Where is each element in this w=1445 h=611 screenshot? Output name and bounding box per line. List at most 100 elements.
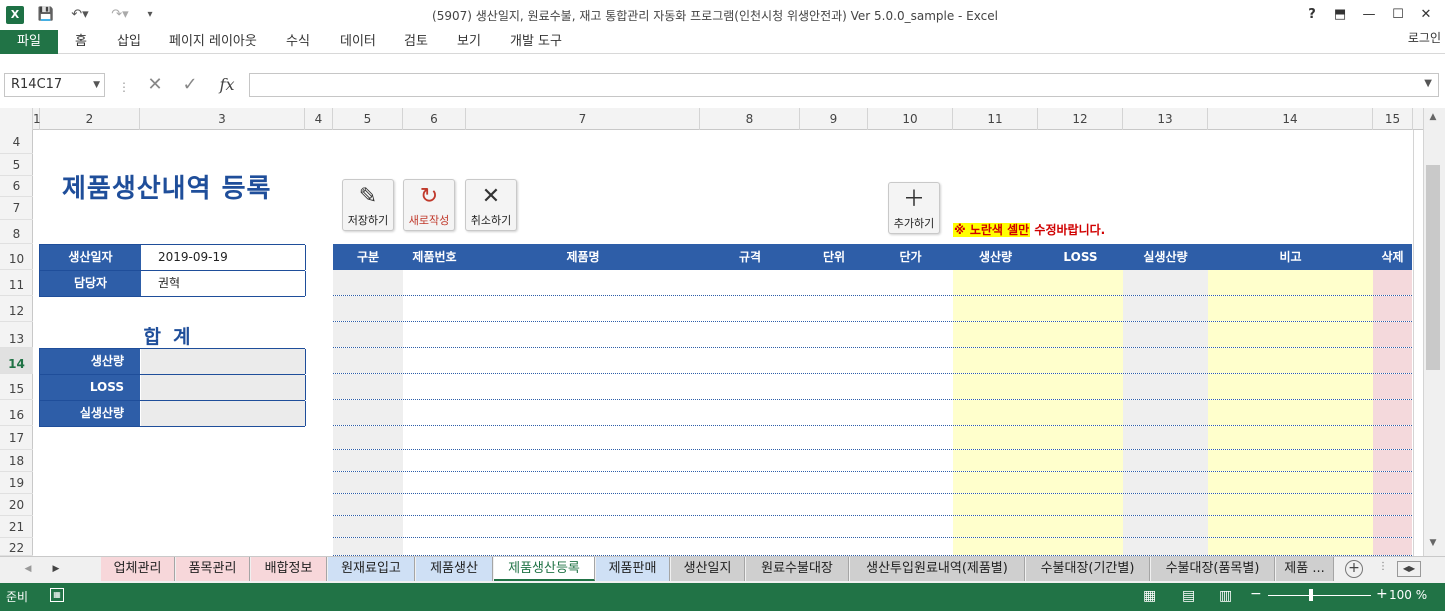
table-cell[interactable] <box>333 296 403 321</box>
table-cell[interactable] <box>700 374 800 399</box>
customize-qat-icon[interactable]: ▾ <box>144 6 156 24</box>
scroll-up-icon[interactable]: ▲ <box>1426 112 1440 126</box>
row-header[interactable]: 16 <box>0 400 33 426</box>
column-header[interactable]: 11 <box>953 108 1038 130</box>
row-header[interactable]: 15 <box>0 374 33 400</box>
row-header[interactable]: 13 <box>0 322 33 348</box>
row-header-selected[interactable]: 14 <box>0 348 33 374</box>
maximize-button[interactable]: ☐ <box>1386 5 1410 25</box>
table-cell[interactable] <box>1373 322 1412 347</box>
table-cell[interactable] <box>1373 374 1412 399</box>
table-cell[interactable] <box>466 472 700 493</box>
table-cell[interactable] <box>1123 516 1208 537</box>
row-header[interactable]: 22 <box>0 538 33 556</box>
table-cell[interactable] <box>800 450 868 471</box>
zoom-out-icon[interactable]: − <box>1250 586 1262 602</box>
table-cell[interactable] <box>868 472 953 493</box>
tab-home[interactable]: 홈 <box>75 30 87 54</box>
table-cell[interactable] <box>1123 270 1208 295</box>
zoom-level[interactable]: 100 % <box>1389 588 1427 602</box>
table-cell[interactable] <box>466 374 700 399</box>
column-header[interactable]: 7 <box>466 108 700 130</box>
sheet-tab[interactable]: 제품판매 <box>596 557 670 581</box>
table-cell[interactable] <box>953 472 1038 493</box>
close-button[interactable]: ✕ <box>1414 5 1438 25</box>
table-cell[interactable] <box>333 472 403 493</box>
row-header[interactable]: 21 <box>0 516 33 538</box>
table-cell[interactable] <box>953 538 1038 555</box>
table-cell[interactable] <box>800 400 868 425</box>
table-cell[interactable] <box>1038 348 1123 373</box>
table-cell[interactable] <box>333 400 403 425</box>
next-sheet-icon[interactable]: ▶ <box>48 562 64 576</box>
login-link[interactable]: 로그인 <box>1408 30 1441 54</box>
sheet-tab[interactable]: 배합정보 <box>251 557 327 581</box>
undo-icon[interactable]: ↶▾ <box>66 6 94 24</box>
table-cell[interactable] <box>868 450 953 471</box>
column-header[interactable]: 5 <box>333 108 403 130</box>
table-cell[interactable] <box>700 426 800 449</box>
zoom-slider[interactable] <box>1268 595 1371 596</box>
table-cell[interactable] <box>953 494 1038 515</box>
table-cell[interactable] <box>1373 400 1412 425</box>
table-cell[interactable] <box>403 348 466 373</box>
table-cell[interactable] <box>700 538 800 555</box>
table-cell[interactable] <box>953 296 1038 321</box>
name-box[interactable]: R14C17 ▼ <box>4 73 105 97</box>
table-cell[interactable] <box>868 322 953 347</box>
table-cell[interactable] <box>1038 472 1123 493</box>
column-header[interactable]: 12 <box>1038 108 1123 130</box>
table-cell[interactable] <box>403 426 466 449</box>
table-cell[interactable] <box>1038 270 1123 295</box>
save-icon[interactable]: 💾 <box>36 6 56 24</box>
table-cell[interactable] <box>953 426 1038 449</box>
table-cell[interactable] <box>466 400 700 425</box>
redo-icon[interactable]: ↷▾ <box>106 6 134 24</box>
sheet-tab[interactable]: 제품생산 <box>416 557 493 581</box>
column-header[interactable]: 3 <box>140 108 305 130</box>
table-cell[interactable] <box>700 450 800 471</box>
table-cell[interactable] <box>800 374 868 399</box>
sheet-tab[interactable]: 수불대장(품목별) <box>1151 557 1275 581</box>
table-cell[interactable] <box>1373 296 1412 321</box>
table-cell[interactable] <box>1373 472 1412 493</box>
table-cell[interactable] <box>403 472 466 493</box>
new-button[interactable]: ↻ 새로작성 <box>403 179 455 231</box>
table-cell[interactable] <box>1208 516 1373 537</box>
column-header[interactable]: 13 <box>1123 108 1208 130</box>
column-header[interactable]: 9 <box>800 108 868 130</box>
table-cell[interactable] <box>1208 538 1373 555</box>
table-cell[interactable] <box>1123 450 1208 471</box>
row-header[interactable]: 20 <box>0 494 33 516</box>
table-cell[interactable] <box>868 296 953 321</box>
table-cell[interactable] <box>1038 538 1123 555</box>
table-cell[interactable] <box>1208 374 1373 399</box>
table-cell[interactable] <box>800 348 868 373</box>
row-header[interactable]: 8 <box>0 220 33 244</box>
chevron-down-icon[interactable]: ▼ <box>93 74 100 96</box>
table-cell[interactable] <box>1373 426 1412 449</box>
table-cell[interactable] <box>403 494 466 515</box>
tab-insert[interactable]: 삽입 <box>117 30 141 54</box>
tab-view[interactable]: 보기 <box>457 30 481 54</box>
column-header[interactable]: 8 <box>700 108 800 130</box>
table-cell[interactable] <box>1208 494 1373 515</box>
column-header[interactable]: 2 <box>40 108 140 130</box>
excel-app-icon[interactable]: X <box>6 6 24 24</box>
table-cell[interactable] <box>800 322 868 347</box>
cancel-button[interactable]: ✕ 취소하기 <box>465 179 517 231</box>
column-header[interactable]: 4 <box>305 108 333 130</box>
save-button[interactable]: ✎ 저장하기 <box>342 179 394 231</box>
ribbon-display-options-icon[interactable]: ⬒ <box>1328 5 1352 25</box>
expand-formula-icon[interactable]: ▼ <box>1424 78 1432 89</box>
insert-function-icon[interactable]: fx <box>214 73 240 97</box>
table-cell[interactable] <box>800 494 868 515</box>
table-cell[interactable] <box>953 348 1038 373</box>
table-cell[interactable] <box>953 374 1038 399</box>
table-cell[interactable] <box>333 450 403 471</box>
table-cell[interactable] <box>1373 538 1412 555</box>
table-cell[interactable] <box>1208 348 1373 373</box>
table-cell[interactable] <box>466 270 700 295</box>
formula-input[interactable]: ▼ <box>249 73 1439 97</box>
add-button[interactable]: ＋ 추가하기 <box>888 182 940 234</box>
